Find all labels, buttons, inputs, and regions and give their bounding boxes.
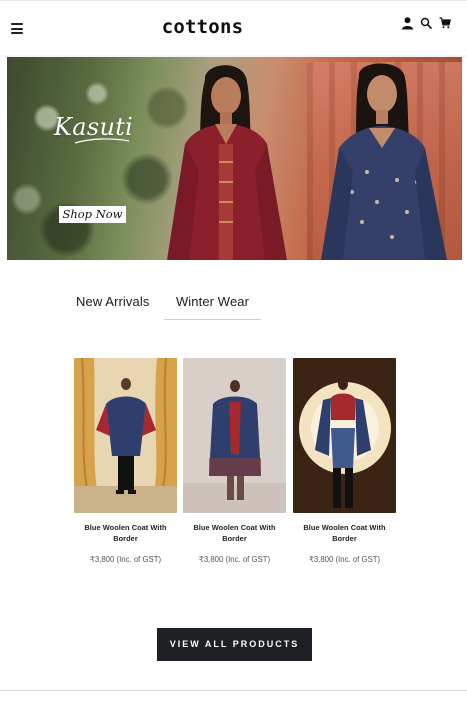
product-image[interactable] <box>183 358 286 513</box>
site-logo[interactable]: cottons <box>0 16 405 38</box>
user-icon[interactable] <box>401 16 414 30</box>
product-price: ₹3,800 (Inc. of GST) <box>198 555 271 564</box>
product-card[interactable]: Blue Woolen Coat With Border ₹3,800 (Inc… <box>183 358 286 564</box>
model-navy-kurta-image <box>321 63 447 260</box>
shop-now-button[interactable]: Shop Now <box>59 206 126 223</box>
tab-winter-wear[interactable]: Winter Wear <box>164 290 261 320</box>
product-title[interactable]: Blue Woolen Coat With Border <box>74 522 177 544</box>
tab-new-arrivals[interactable]: New Arrivals <box>76 290 149 320</box>
product-title[interactable]: Blue Woolen Coat With Border <box>293 522 396 544</box>
hero-banner[interactable]: Kasuti Shop Now <box>7 57 462 260</box>
collection-tabs: New Arrivals Winter Wear <box>0 290 467 322</box>
product-image[interactable] <box>74 358 177 513</box>
view-all-products-button[interactable]: VIEW ALL PRODUCTS <box>157 628 312 661</box>
product-price: ₹3,800 (Inc. of GST) <box>89 555 162 564</box>
site-header: cottons <box>0 0 467 55</box>
footer-divider <box>0 690 467 691</box>
product-price: ₹3,800 (Inc. of GST) <box>308 555 381 564</box>
search-icon[interactable] <box>420 17 432 29</box>
product-card[interactable]: Blue Woolen Coat With Border ₹3,800 (Inc… <box>74 358 177 564</box>
product-image[interactable] <box>293 358 396 513</box>
brand-swoosh-icon <box>74 138 130 144</box>
cart-icon[interactable] <box>439 17 451 29</box>
product-card[interactable]: Blue Woolen Coat With Border ₹3,800 (Inc… <box>293 358 396 564</box>
model-maroon-kurta-image <box>167 65 287 260</box>
product-title[interactable]: Blue Woolen Coat With Border <box>183 522 286 544</box>
